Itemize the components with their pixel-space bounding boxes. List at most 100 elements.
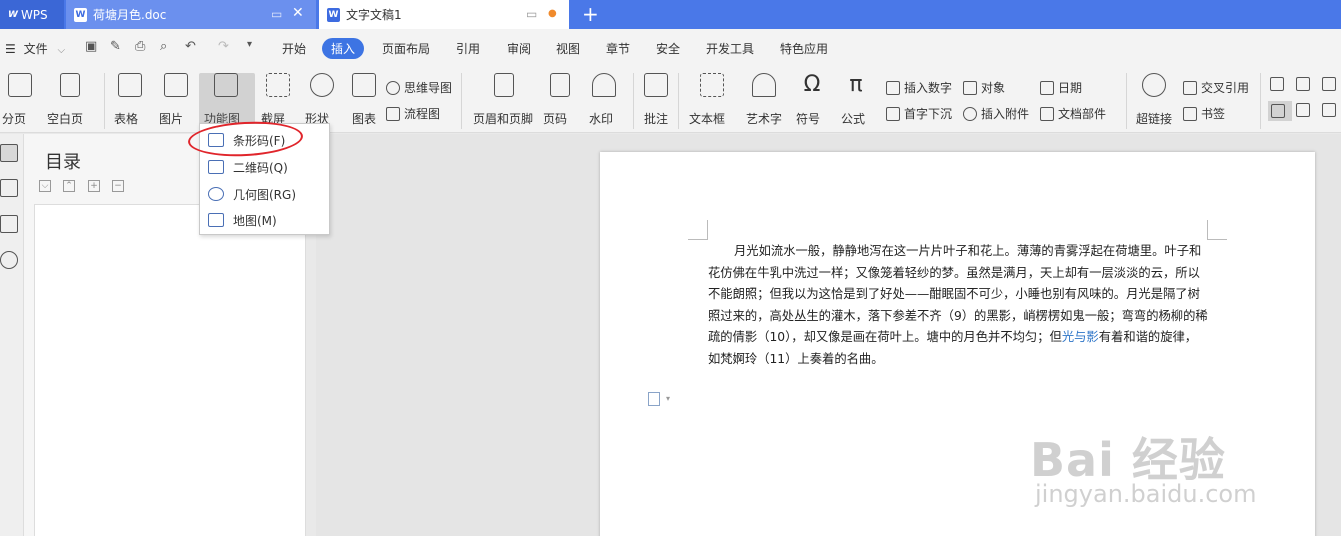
- flowchart-icon: [386, 106, 400, 121]
- qrcode-icon: [208, 160, 224, 174]
- chevron-down-icon[interactable]: ▾: [666, 394, 670, 403]
- object-label: 对象: [981, 81, 1006, 95]
- file-menu[interactable]: ☰ 文件 ⌵: [5, 40, 65, 57]
- tab-developer[interactable]: 开发工具: [706, 40, 754, 57]
- tab-home[interactable]: 开始: [282, 40, 306, 57]
- word-art-button[interactable]: 艺术字: [746, 73, 782, 126]
- screenshot-button[interactable]: 截屏: [261, 73, 292, 126]
- outline-icon[interactable]: [0, 144, 18, 162]
- doc-parts-label: 文档部件: [1058, 107, 1107, 121]
- word-art-icon: [752, 73, 776, 97]
- redo-icon[interactable]: ↷: [218, 39, 229, 54]
- paragraph-link-text: 光与影: [1061, 330, 1099, 345]
- layout-icon-4[interactable]: [1268, 101, 1292, 121]
- header-footer-label: 页眉和页脚: [473, 112, 534, 126]
- flowchart-button[interactable]: 流程图: [386, 105, 440, 122]
- body-paragraph[interactable]: 月光如流水一般，静静地泻在这一片片叶子和花上。薄薄的青雾浮起在荷塘里。叶子和花仿…: [708, 241, 1208, 371]
- search-icon[interactable]: [0, 251, 18, 269]
- layout-icon-2[interactable]: [1296, 77, 1314, 91]
- separator: [1126, 73, 1127, 129]
- page-break-button[interactable]: 分页: [2, 73, 34, 126]
- bookmark-icon: [1183, 106, 1197, 121]
- add-tab-button[interactable]: +: [582, 2, 599, 26]
- chart-button[interactable]: 图表: [350, 73, 378, 126]
- layout-icon-6[interactable]: [1322, 103, 1340, 117]
- tab-references[interactable]: 引用: [456, 40, 480, 57]
- format-painter-icon[interactable]: ✎: [110, 39, 121, 54]
- table-icon: [118, 73, 142, 97]
- date-button[interactable]: 日期: [1040, 79, 1082, 96]
- text-box-icon: [700, 73, 724, 97]
- cross-ref-button[interactable]: 交叉引用: [1183, 79, 1249, 96]
- menu-item-qrcode[interactable]: 二维码(Q): [200, 154, 329, 180]
- undo-icon[interactable]: ↶: [185, 39, 196, 54]
- title-bar: W WPS W 荷塘月色.doc ▭ ✕ W 文字文稿1 ▭ ● +: [0, 0, 1341, 29]
- print-icon[interactable]: ⎙: [135, 39, 145, 54]
- screen-icon[interactable]: ▭: [271, 7, 282, 21]
- close-tab-icon[interactable]: ✕: [292, 5, 304, 21]
- tab-page-layout[interactable]: 页面布局: [382, 40, 430, 57]
- remove-icon[interactable]: −: [112, 180, 124, 192]
- blank-page-button[interactable]: 空白页: [47, 73, 84, 126]
- header-footer-button[interactable]: 页眉和页脚: [473, 73, 533, 126]
- tab-view[interactable]: 视图: [556, 40, 580, 57]
- tab-insert[interactable]: 插入: [322, 38, 365, 59]
- outline-list: [34, 204, 306, 536]
- layout-icon-5[interactable]: [1296, 103, 1314, 117]
- doc-parts-icon: [1040, 106, 1054, 121]
- left-toolbar: [0, 134, 24, 536]
- screen-icon[interactable]: ▭: [526, 7, 537, 21]
- text-box-button[interactable]: 文本框: [689, 73, 726, 126]
- collapse-up-icon[interactable]: ⌃: [63, 180, 75, 192]
- word-art-label: 艺术字: [746, 112, 783, 126]
- tab-wps-home[interactable]: W WPS: [0, 0, 64, 29]
- formula-button[interactable]: π 公式: [841, 73, 870, 127]
- hyperlink-button[interactable]: 超链接: [1136, 73, 1172, 126]
- add-icon[interactable]: +: [88, 180, 100, 192]
- comment-label: 批注: [644, 112, 669, 126]
- tab-security[interactable]: 安全: [656, 40, 680, 57]
- insert-attachment-button[interactable]: 插入附件: [963, 105, 1029, 122]
- bookmark-label: 书签: [1201, 107, 1226, 121]
- page-number-button[interactable]: 页码: [543, 73, 574, 126]
- date-label: 日期: [1058, 81, 1083, 95]
- shape-button[interactable]: 形状: [305, 73, 336, 126]
- number-icon: [886, 80, 900, 95]
- doc-parts-button[interactable]: 文档部件: [1040, 105, 1106, 122]
- save-icon[interactable]: ▣: [85, 39, 97, 54]
- object-button[interactable]: 对象: [963, 79, 1005, 96]
- tab-document-hetang[interactable]: W 荷塘月色.doc ▭ ✕: [66, 0, 316, 29]
- function-chart-button[interactable]: 功能图: [204, 73, 240, 126]
- customize-dropdown-icon[interactable]: ▾: [247, 39, 252, 50]
- list-icon[interactable]: [0, 179, 18, 197]
- menu-item-map[interactable]: 地图(M): [200, 207, 329, 233]
- insert-attachment-label: 插入附件: [981, 107, 1030, 121]
- mind-map-button[interactable]: 思维导图: [386, 79, 452, 96]
- table-label: 表格: [114, 112, 139, 126]
- comment-button[interactable]: 批注: [642, 73, 670, 126]
- insert-number-button[interactable]: 插入数字: [886, 79, 952, 96]
- expand-down-icon[interactable]: ⌵: [39, 180, 51, 192]
- paragraph-layout-icon[interactable]: [648, 392, 660, 406]
- layout-icon-1[interactable]: [1270, 77, 1288, 91]
- tab-review[interactable]: 审阅: [507, 40, 531, 57]
- symbol-button[interactable]: Ω 符号: [796, 73, 826, 127]
- tab-document-wenzi[interactable]: W 文字文稿1 ▭ ●: [319, 0, 569, 29]
- bookmark-button[interactable]: 书签: [1183, 105, 1225, 122]
- drop-cap-button[interactable]: 首字下沉: [886, 105, 952, 122]
- separator: [633, 73, 634, 129]
- picture-button[interactable]: 图片: [159, 73, 190, 126]
- blank-page-icon: [60, 73, 80, 97]
- print-preview-icon[interactable]: ⌕: [160, 39, 167, 54]
- tab-section[interactable]: 章节: [606, 40, 630, 57]
- chevron-down-icon: ⌵: [57, 45, 66, 56]
- layout-icon-3[interactable]: [1322, 77, 1340, 91]
- table-button[interactable]: 表格: [114, 73, 144, 126]
- tab-special-apps[interactable]: 特色应用: [780, 40, 828, 57]
- watermark-button[interactable]: 水印: [589, 73, 618, 126]
- margin-corner: [688, 220, 708, 240]
- bookmark-panel-icon[interactable]: [0, 215, 18, 233]
- screenshot-icon: [266, 73, 290, 97]
- margin-corner: [1207, 220, 1227, 240]
- menu-item-geometry[interactable]: 几何图(RG): [200, 181, 329, 207]
